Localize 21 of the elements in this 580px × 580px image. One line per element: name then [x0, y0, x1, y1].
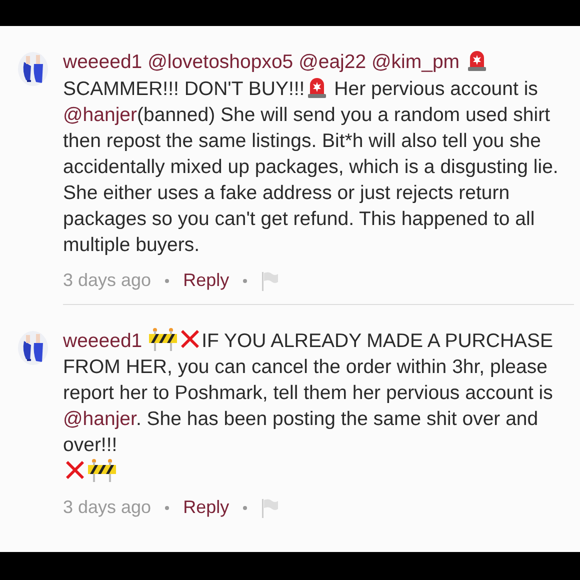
reply-link[interactable]: Reply: [183, 270, 230, 291]
username-link[interactable]: weeeed1: [63, 51, 142, 73]
timestamp: 3 days ago: [63, 497, 152, 518]
separator-dot: [243, 278, 248, 282]
mention-link[interactable]: @eaj22: [298, 51, 366, 73]
flag-icon[interactable]: [261, 498, 280, 518]
separator-dot: [165, 506, 170, 510]
timestamp: 3 days ago: [63, 270, 152, 291]
flag-icon[interactable]: [261, 270, 280, 290]
reply-link[interactable]: Reply: [183, 497, 230, 518]
barrier-icon: [148, 327, 178, 351]
mention-link[interactable]: @lovetoshopxo5: [148, 51, 294, 73]
separator-dot: [243, 506, 248, 510]
separator-dot: [165, 278, 170, 282]
barrier-icon: [87, 458, 117, 482]
mention-link[interactable]: @hanjer: [63, 104, 138, 126]
comment-text: weeeed1 @lovetoshopxo5 @eaj22 @kim_pm SCAMMER!!! DON'T BUY!!! Her pervious account is @hanjer(banned) She will send you a random used shirt then repost the same listings. Bit*h will also tell you she accidentally mixed up packages, which is a disgusting lie. She either uses a fake address or just rejects return packages so you can't get refund. This happened to all multiple buyers.: [63, 48, 574, 258]
mention-link[interactable]: @hanjer: [63, 408, 136, 430]
comment-text: weeeed1 IF YOU ALREADY MADE A PURCHASE FROM HER, you can cancel the order within 3hr, please report her to Poshmark, tell them her pervious account is @hanjer. She has been posting the same shit over and over!!!: [63, 327, 574, 485]
mention-link[interactable]: @kim_pm: [372, 51, 460, 73]
username-link[interactable]: weeeed1: [63, 330, 142, 352]
